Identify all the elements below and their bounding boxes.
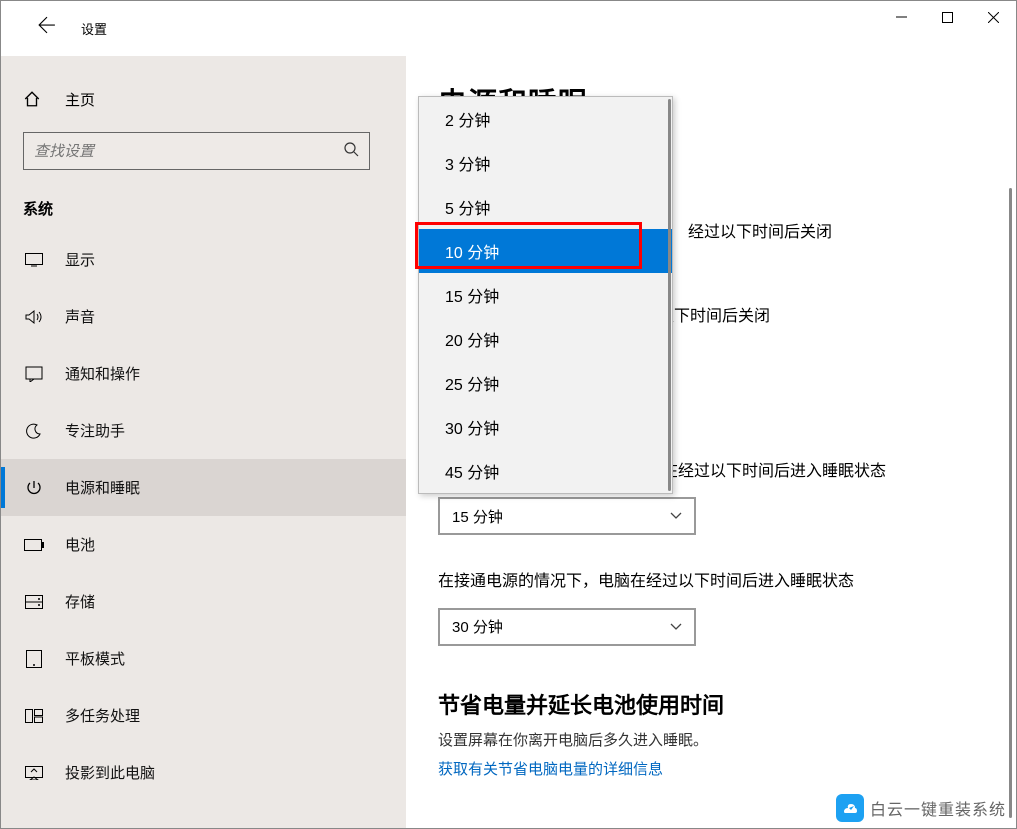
sidebar-item-focus-assist[interactable]: 专注助手 <box>1 402 406 459</box>
sidebar-nav: 显示声音通知和操作专注助手电源和睡眠电池存储平板模式多任务处理投影到此电脑 <box>1 231 406 801</box>
sidebar-item-label: 声音 <box>65 306 95 327</box>
arrow-left-icon <box>38 16 56 34</box>
power-icon <box>23 477 45 499</box>
maximize-icon <box>942 12 953 23</box>
sidebar-item-label: 电池 <box>65 534 95 555</box>
sidebar-item-label: 通知和操作 <box>65 363 140 384</box>
settings-window: 设置 主页 <box>0 0 1017 829</box>
dropdown-option[interactable]: 30 分钟 <box>419 405 672 449</box>
sidebar-item-multitask[interactable]: 多任务处理 <box>1 687 406 744</box>
maximize-button[interactable] <box>924 1 970 33</box>
back-button[interactable] <box>33 11 61 39</box>
search-box[interactable] <box>23 132 370 170</box>
scrollbar-vertical[interactable] <box>1009 188 1012 818</box>
window-controls <box>878 1 1016 33</box>
sidebar-item-project[interactable]: 投影到此电脑 <box>1 744 406 801</box>
sidebar-item-label: 电源和睡眠 <box>65 477 140 498</box>
dropdown-option[interactable]: 2 分钟 <box>419 97 672 141</box>
sidebar-item-power[interactable]: 电源和睡眠 <box>1 459 406 516</box>
time-dropdown[interactable]: 2 分钟3 分钟5 分钟10 分钟15 分钟20 分钟25 分钟30 分钟45 … <box>418 96 673 494</box>
dropdown-option[interactable]: 5 分钟 <box>419 185 672 229</box>
home-icon <box>23 90 45 108</box>
sidebar-item-display[interactable]: 显示 <box>1 231 406 288</box>
dropdown-scrollbar[interactable] <box>668 99 671 491</box>
learn-more-link[interactable]: 获取有关节省电脑电量的详细信息 <box>438 758 994 779</box>
focus-assist-icon <box>23 420 45 442</box>
sleep-battery-select[interactable]: 15 分钟 <box>438 497 696 535</box>
search-container <box>23 132 384 170</box>
sidebar-item-tablet[interactable]: 平板模式 <box>1 630 406 687</box>
minimize-icon <box>896 12 907 23</box>
home-label: 主页 <box>65 89 95 110</box>
sleep-plugged-value: 30 分钟 <box>452 616 503 637</box>
watermark: 白云一键重装系统 <box>836 794 1006 822</box>
search-input[interactable] <box>34 143 343 160</box>
screen-off-battery-label: 经过以下时间后关闭 <box>688 222 994 244</box>
dropdown-option[interactable]: 20 分钟 <box>419 317 672 361</box>
sidebar-item-label: 显示 <box>65 249 95 270</box>
watermark-text: 白云一键重装系统 <box>870 796 1006 820</box>
home-button[interactable]: 主页 <box>1 76 406 122</box>
sound-icon <box>23 306 45 328</box>
sleep-plugged-label: 在接通电源的情况下，电脑在经过以下时间后进入睡眠状态 <box>438 571 994 593</box>
titlebar: 设置 <box>1 1 1016 43</box>
chevron-down-icon <box>670 620 682 634</box>
multitask-icon <box>23 705 45 727</box>
sidebar-item-notifications[interactable]: 通知和操作 <box>1 345 406 402</box>
storage-icon <box>23 591 45 613</box>
sidebar-item-label: 专注助手 <box>65 420 125 441</box>
display-icon <box>23 249 45 271</box>
sidebar-group-title: 系统 <box>23 198 406 219</box>
sidebar-item-label: 多任务处理 <box>65 705 140 726</box>
sleep-battery-value: 15 分钟 <box>452 506 503 527</box>
save-power-body: 设置屏幕在你离开电脑后多久进入睡眠。 <box>438 730 994 753</box>
close-icon <box>988 12 999 23</box>
dropdown-option[interactable]: 15 分钟 <box>419 273 672 317</box>
chevron-down-icon <box>670 509 682 523</box>
sidebar-item-battery[interactable]: 电池 <box>1 516 406 573</box>
screen-off-plugged-label: 以下时间后关闭 <box>658 306 994 328</box>
dropdown-option[interactable]: 3 分钟 <box>419 141 672 185</box>
close-button[interactable] <box>970 1 1016 33</box>
watermark-badge-icon <box>836 794 864 822</box>
battery-icon <box>23 534 45 556</box>
window-title: 设置 <box>81 19 107 38</box>
sidebar-item-storage[interactable]: 存储 <box>1 573 406 630</box>
minimize-button[interactable] <box>878 1 924 33</box>
dropdown-option[interactable]: 10 分钟 <box>419 229 672 273</box>
sidebar-item-sound[interactable]: 声音 <box>1 288 406 345</box>
sidebar-item-label: 平板模式 <box>65 648 125 669</box>
tablet-icon <box>23 648 45 670</box>
sleep-plugged-select[interactable]: 30 分钟 <box>438 608 696 646</box>
search-icon <box>343 141 359 162</box>
sidebar: 主页 系统 显示声音通知和操作专注助手电源和睡眠电池存储平板模式多任务处理投影到… <box>1 56 406 828</box>
dropdown-option[interactable]: 45 分钟 <box>419 449 672 493</box>
sidebar-item-label: 存储 <box>65 591 95 612</box>
dropdown-option[interactable]: 25 分钟 <box>419 361 672 405</box>
save-power-heading: 节省电量并延长电池使用时间 <box>438 688 994 720</box>
sidebar-item-label: 投影到此电脑 <box>65 762 155 783</box>
notifications-icon <box>23 363 45 385</box>
project-icon <box>23 762 45 784</box>
